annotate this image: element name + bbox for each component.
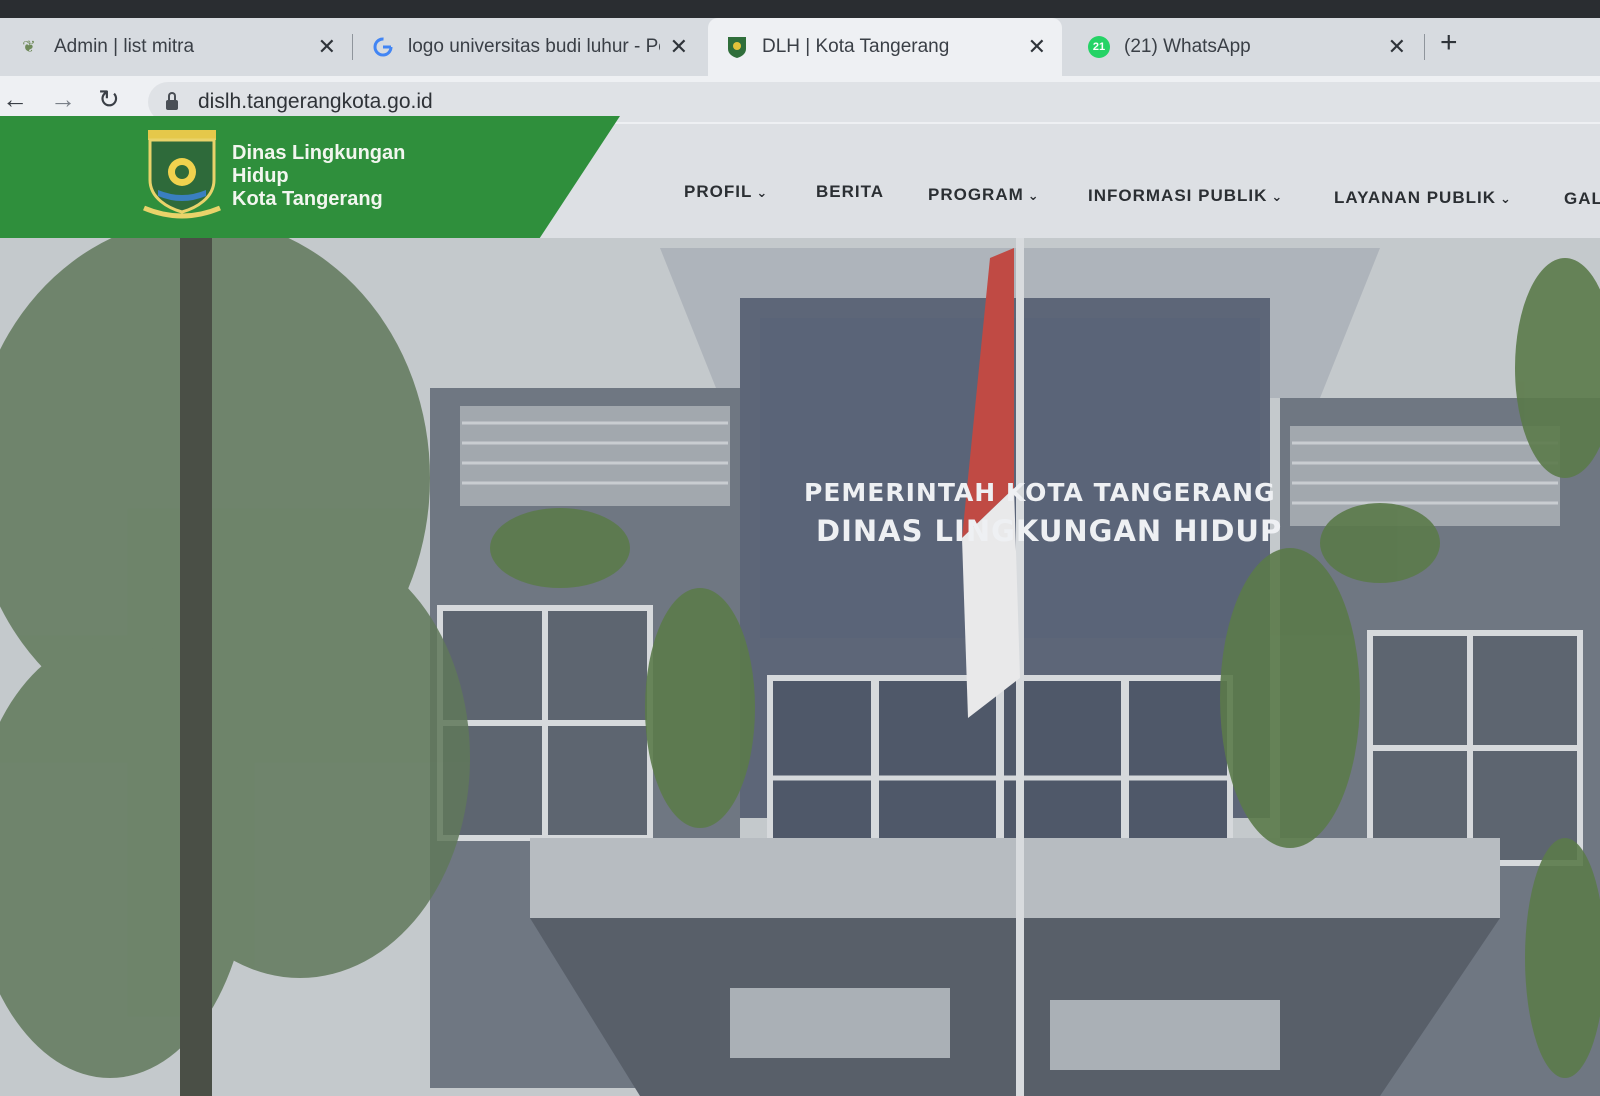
tab-title: logo universitas budi luhur - Pen (408, 36, 660, 57)
nav-label: LAYANAN PUBLIK (1334, 188, 1496, 207)
url-text: dislh.tangerangkota.go.id (198, 90, 433, 113)
hero-banner: PEMERINTAH KOTA TANGERANG DINAS LINGKUNG… (0, 238, 1600, 1096)
whatsapp-badge: 21 (1092, 41, 1106, 53)
lock-icon[interactable] (166, 92, 178, 110)
nav-galeri[interactable]: GAL (1564, 189, 1600, 209)
chevron-down-icon: ⌄ (1500, 191, 1512, 206)
close-tab-icon[interactable]: ✕ (670, 34, 688, 60)
brand-line-1: Dinas Lingkungan (232, 142, 406, 164)
nav-berita[interactable]: BERITA (816, 182, 884, 202)
new-tab-button[interactable]: + (1440, 26, 1458, 60)
tab-google-search[interactable]: logo universitas budi luhur - Pen ✕ (354, 18, 704, 76)
office-building-photo (0, 238, 1600, 1096)
nav-profil[interactable]: PROFIL ⌄ (684, 182, 768, 202)
close-tab-icon[interactable]: ✕ (1028, 34, 1046, 60)
nav-label: GAL (1564, 189, 1600, 208)
chevron-down-icon: ⌄ (1271, 189, 1284, 204)
back-button[interactable]: ← (2, 84, 28, 115)
nav-label: PROFIL (684, 182, 753, 201)
tab-divider (352, 34, 353, 60)
browser-window: ❦ Admin | list mitra ✕ logo universitas … (0, 0, 1600, 1096)
tab-whatsapp[interactable]: 21 (21) WhatsApp ✕ (1070, 18, 1422, 76)
kota-tangerang-logo[interactable] (140, 128, 224, 220)
brand-line-2: Hidup (232, 165, 289, 187)
tab-dlh-kota-tangerang[interactable]: DLH | Kota Tangerang ✕ (708, 18, 1062, 76)
brand-line-3: Kota Tangerang (232, 188, 383, 210)
close-tab-icon[interactable]: ✕ (1388, 34, 1406, 60)
crest-icon (726, 36, 748, 58)
reload-button[interactable]: ↻ (98, 84, 120, 115)
nav-label: INFORMASI PUBLIK (1088, 186, 1268, 205)
tab-admin-list-mitra[interactable]: ❦ Admin | list mitra ✕ (0, 18, 352, 76)
chevron-down-icon: ⌄ (1027, 188, 1040, 203)
leaf-icon: ❦ (22, 39, 36, 56)
whatsapp-icon: 21 (1088, 36, 1110, 58)
tab-title: Admin | list mitra (54, 36, 195, 57)
nav-label: BERITA (816, 182, 885, 201)
nav-program[interactable]: PROGRAM ⌄ (928, 185, 1040, 205)
building-sign-line-2: DINAS LINGKUNGAN HIDUP (816, 514, 1283, 548)
tab-title: (21) WhatsApp (1124, 36, 1251, 57)
nav-label: PROGRAM (928, 185, 1024, 204)
tab-title: DLH | Kota Tangerang (762, 36, 950, 57)
tab-divider (1424, 34, 1425, 60)
nav-layanan-publik[interactable]: LAYANAN PUBLIK ⌄ (1334, 188, 1512, 208)
google-icon (372, 36, 394, 58)
forward-button[interactable]: → (50, 84, 76, 115)
close-tab-icon[interactable]: ✕ (318, 34, 336, 60)
nav-informasi-publik[interactable]: INFORMASI PUBLIK ⌄ (1088, 186, 1283, 206)
building-sign-line-1: PEMERINTAH KOTA TANGERANG (804, 478, 1276, 507)
chevron-down-icon: ⌄ (756, 185, 769, 200)
site-brand-name[interactable]: Dinas Lingkungan Hidup Kota Tangerang (232, 142, 405, 211)
